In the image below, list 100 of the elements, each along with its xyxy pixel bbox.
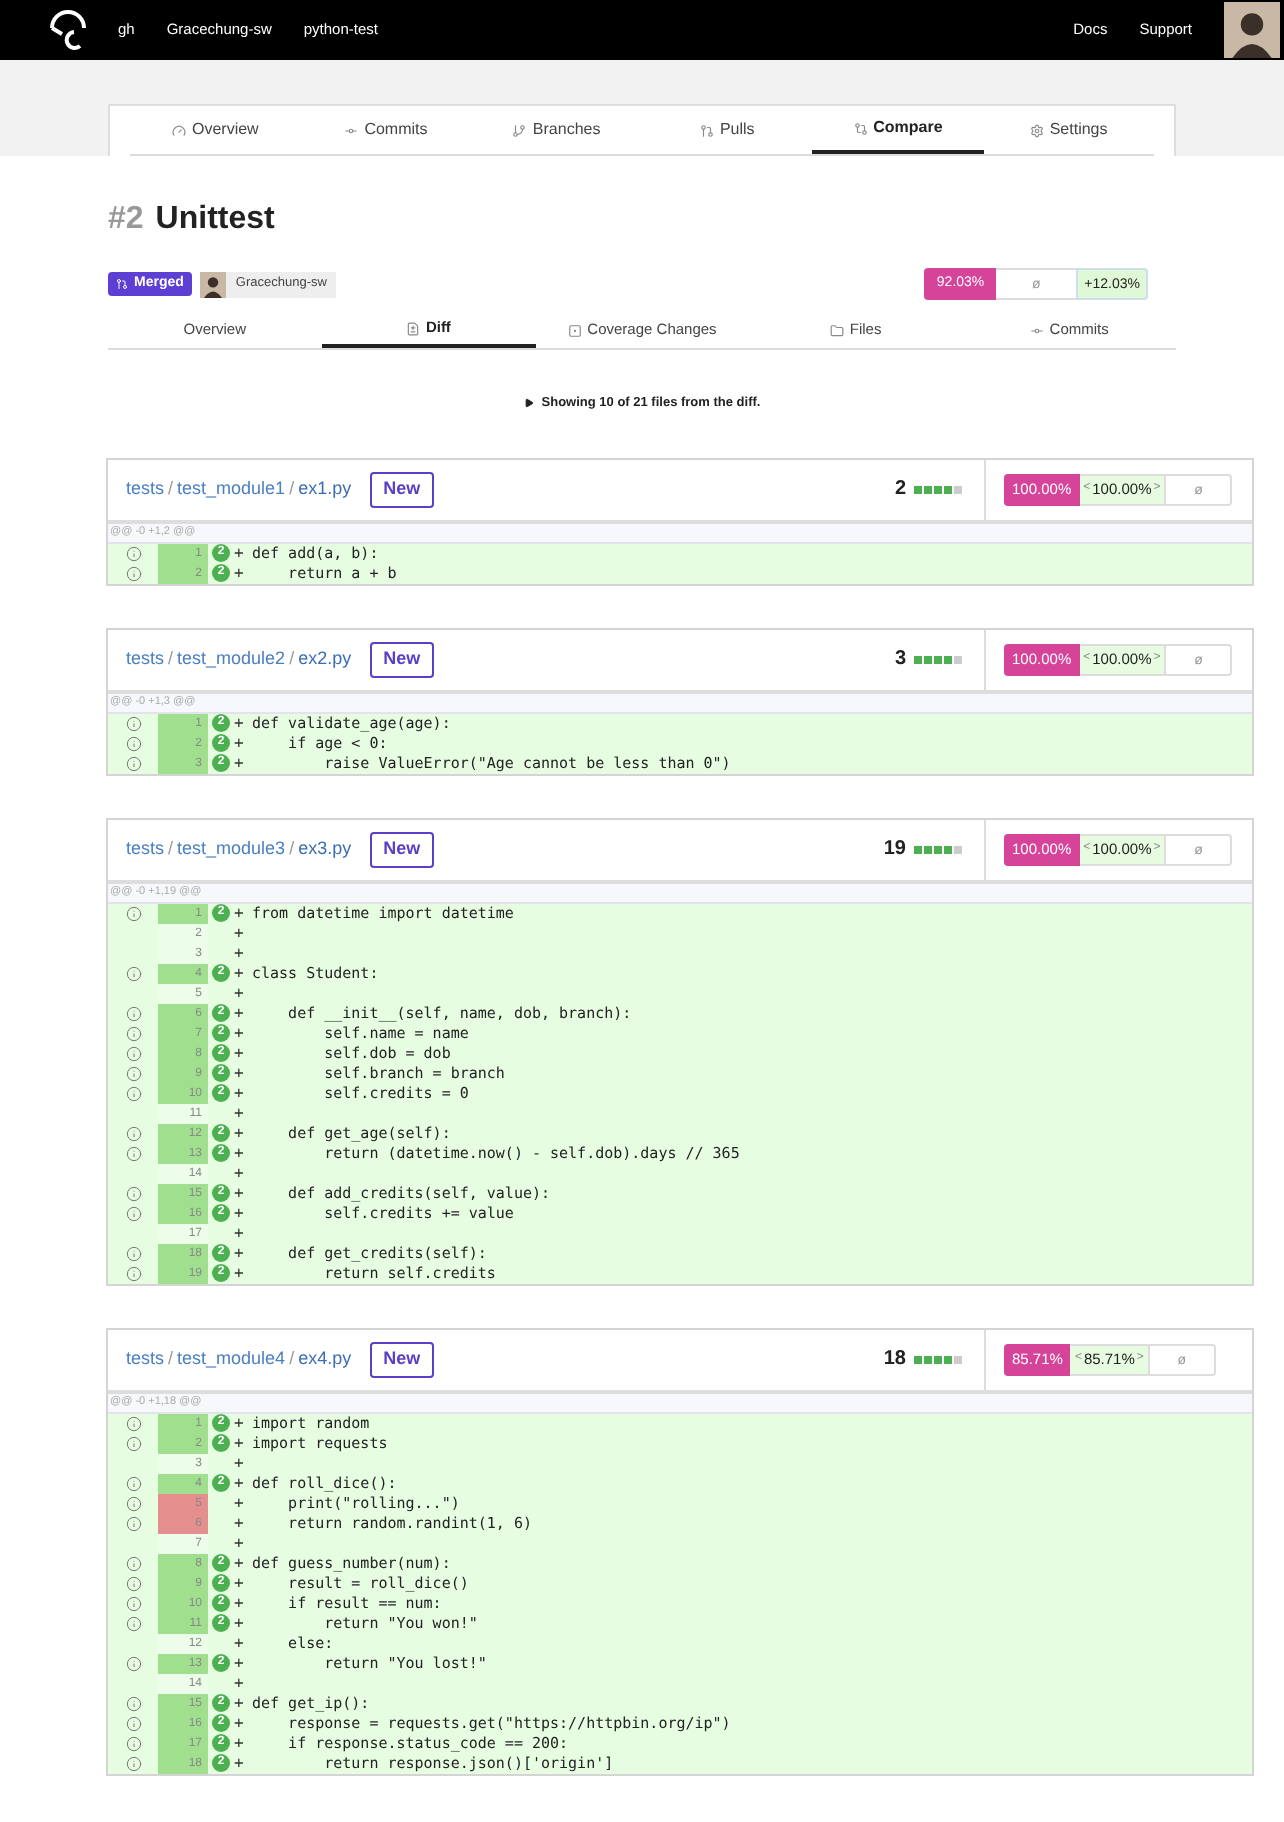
diff-sign: + <box>234 1021 246 1046</box>
info-icon[interactable] <box>125 1655 141 1672</box>
diff-sign: + <box>234 1611 246 1636</box>
path-separator: / <box>289 836 295 862</box>
info-icon[interactable] <box>125 1475 141 1492</box>
pull-title: Unittest <box>155 200 275 240</box>
diff-sign: + <box>234 541 246 566</box>
diff-sign: + <box>234 1571 246 1596</box>
line-count: 2 <box>894 476 906 505</box>
repo-tab[interactable]: Branches <box>471 106 642 154</box>
path-separator: / <box>168 1346 174 1372</box>
diff-sign: + <box>234 711 246 736</box>
diff-sign: + <box>234 1511 246 1536</box>
author-avatar <box>199 271 226 297</box>
path-link[interactable]: tests <box>126 1346 165 1373</box>
info-icon[interactable] <box>125 1755 141 1772</box>
repo-tab[interactable]: Commits <box>300 106 472 154</box>
info-icon[interactable] <box>125 1555 141 1572</box>
info-icon[interactable] <box>125 1025 141 1042</box>
info-icon[interactable] <box>125 1145 141 1162</box>
diff-sign: + <box>234 1731 246 1756</box>
line-count: 19 <box>883 836 906 865</box>
path-separator: / <box>289 476 295 502</box>
info-icon[interactable] <box>125 1735 141 1752</box>
diff-sign: + <box>234 1451 246 1476</box>
repo-tab[interactable]: Settings <box>983 106 1154 154</box>
info-icon[interactable] <box>125 1615 141 1632</box>
diff-sign: + <box>234 1551 246 1576</box>
repo-tab[interactable]: Pulls <box>641 106 813 154</box>
diff-sign: + <box>234 1221 246 1246</box>
path-link[interactable]: tests <box>126 476 165 503</box>
info-icon[interactable] <box>125 965 141 982</box>
path-link[interactable]: test_module2 <box>177 646 286 673</box>
repo-tab[interactable]: Compare <box>812 106 984 154</box>
info-icon[interactable] <box>125 1005 141 1022</box>
path-link[interactable]: tests <box>126 646 165 673</box>
pull-number: #2 <box>108 200 144 240</box>
info-icon[interactable] <box>125 1185 141 1202</box>
repo-tab-icon <box>344 123 359 137</box>
path-link[interactable]: test_module4 <box>177 1346 286 1373</box>
info-icon[interactable] <box>125 735 141 752</box>
info-icon[interactable] <box>125 1065 141 1082</box>
info-icon[interactable] <box>125 1515 141 1532</box>
diff-sign: + <box>234 1241 246 1266</box>
info-icon[interactable] <box>125 755 141 772</box>
diff-sign: + <box>234 941 246 966</box>
diff-sign: + <box>234 901 246 926</box>
new-tag: New <box>369 642 435 677</box>
info-icon[interactable] <box>125 1415 141 1432</box>
diff-sign: + <box>234 1181 246 1206</box>
pull-tab-icon <box>405 321 420 335</box>
diff-sign: + <box>234 1201 246 1226</box>
info-icon[interactable] <box>125 1495 141 1512</box>
path-separator: / <box>289 646 295 672</box>
diff-sign: + <box>234 1471 246 1496</box>
info-icon[interactable] <box>125 715 141 732</box>
path-link[interactable]: tests <box>126 836 165 863</box>
info-icon[interactable] <box>125 1695 141 1712</box>
info-icon[interactable] <box>125 1265 141 1282</box>
repo-tab-icon <box>512 123 527 137</box>
info-icon[interactable] <box>125 1125 141 1142</box>
repo-tab[interactable]: Overview <box>130 106 301 154</box>
path-link[interactable]: test_module3 <box>177 836 286 863</box>
diff-sign: + <box>234 961 246 986</box>
info-icon[interactable] <box>125 1715 141 1732</box>
info-icon[interactable] <box>125 1045 141 1062</box>
info-icon[interactable] <box>125 1435 141 1452</box>
info-icon[interactable] <box>125 1575 141 1592</box>
diff-sign: + <box>234 1081 246 1106</box>
new-tag: New <box>369 832 435 867</box>
info-icon[interactable] <box>125 545 141 562</box>
logo-icon[interactable] <box>46 10 90 50</box>
caret-icon[interactable] <box>523 398 534 409</box>
path-link[interactable]: test_module1 <box>177 476 286 503</box>
path-separator: / <box>289 1346 295 1372</box>
file-link[interactable]: ex4.py <box>298 1346 352 1373</box>
repo-tab-icon <box>171 123 186 137</box>
user-avatar <box>1224 2 1280 58</box>
file-link[interactable]: ex1.py <box>298 476 352 503</box>
repo-tab-icon <box>853 121 868 135</box>
repo-tab-icon <box>699 123 714 137</box>
diff-sign: + <box>234 1751 246 1776</box>
path-separator: / <box>168 476 174 502</box>
diff-sign: + <box>234 981 246 1006</box>
info-icon[interactable] <box>125 565 141 582</box>
diff-sign: + <box>234 1631 246 1656</box>
repo-tab-icon <box>1029 123 1044 137</box>
diff-sign: + <box>234 1101 246 1126</box>
new-tag: New <box>369 1342 435 1377</box>
info-icon[interactable] <box>125 1595 141 1612</box>
info-icon[interactable] <box>125 1245 141 1262</box>
info-icon[interactable] <box>125 1085 141 1102</box>
diff-sign: + <box>234 751 246 776</box>
diff-sign: + <box>234 1491 246 1516</box>
file-link[interactable]: ex3.py <box>298 836 352 863</box>
path-separator: / <box>168 836 174 862</box>
file-link[interactable]: ex2.py <box>298 646 352 673</box>
info-icon[interactable] <box>125 1205 141 1222</box>
diff-sign: + <box>234 921 246 946</box>
info-icon[interactable] <box>125 905 141 922</box>
